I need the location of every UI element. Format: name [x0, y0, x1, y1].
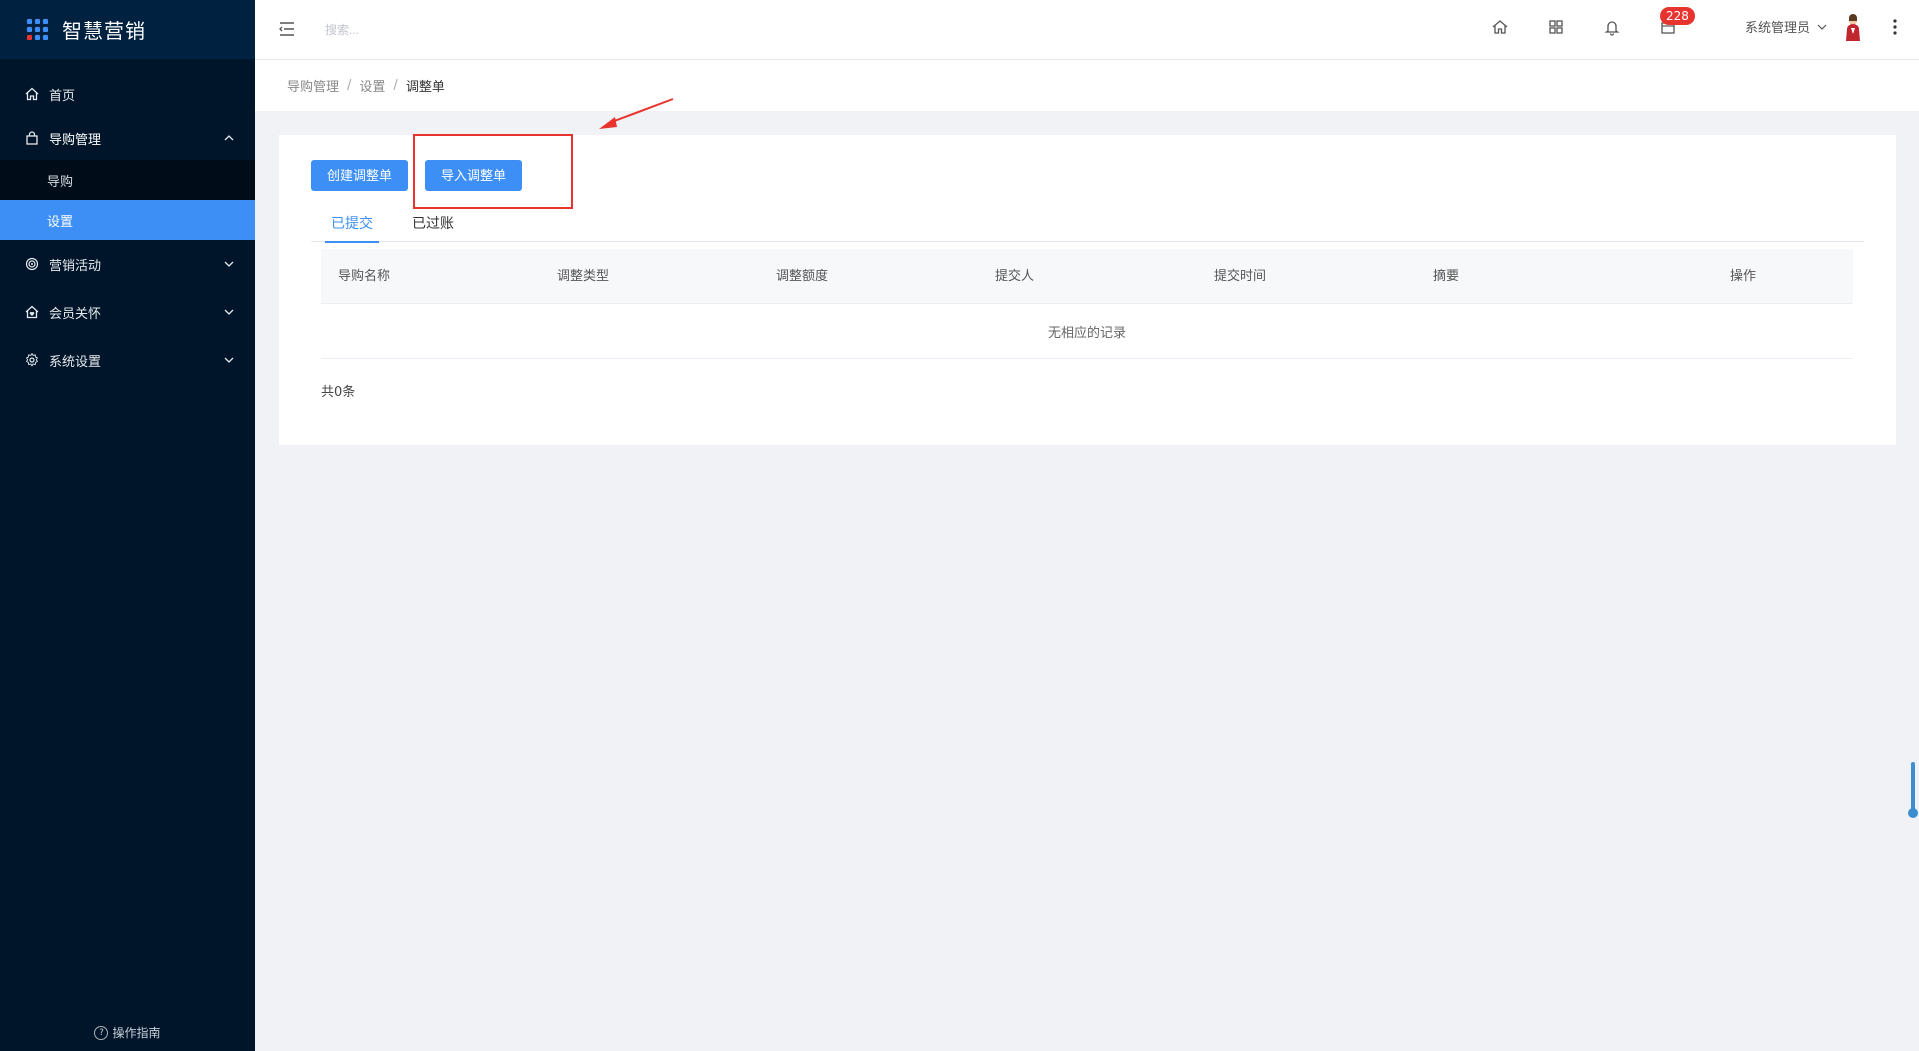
breadcrumb-guide-management[interactable]: 导购管理	[287, 76, 339, 95]
create-adjustment-button[interactable]: 创建调整单	[311, 160, 409, 191]
column-header: 导购名称	[338, 269, 391, 284]
sidebar-item-home[interactable]: 首页	[0, 72, 255, 116]
home-heart-icon	[24, 304, 40, 320]
status-tabs: 已提交 已过账	[311, 212, 1864, 243]
breadcrumb-settings[interactable]: 设置	[359, 76, 385, 95]
operation-guide-link[interactable]: ? 操作指南	[0, 1024, 255, 1041]
home-icon	[24, 86, 40, 102]
operation-guide-label: 操作指南	[112, 1026, 161, 1040]
user-menu[interactable]: 系统管理员	[1745, 17, 1828, 36]
breadcrumb-separator: /	[393, 78, 398, 93]
total-count: 共0条	[321, 385, 356, 400]
table-empty-row: 无相应的记录	[321, 304, 1853, 359]
sidebar-item-label: 首页	[49, 88, 76, 104]
submenu-guide-management: 导购 设置	[0, 160, 255, 240]
gear-icon	[24, 352, 40, 368]
bell-icon[interactable]	[1603, 18, 1621, 36]
message-count-badge: 228	[1660, 7, 1695, 25]
empty-text: 无相应的记录	[1047, 325, 1126, 341]
apps-grid-icon[interactable]	[1547, 18, 1565, 36]
sidebar-item-marketing[interactable]: 营销活动	[0, 240, 255, 288]
column-header: 提交时间	[1214, 269, 1267, 284]
home-icon[interactable]	[1491, 18, 1509, 36]
top-header: 228 系统管理员	[255, 0, 1919, 60]
chevron-up-icon	[224, 135, 234, 141]
sidebar-item-label: 营销活动	[49, 258, 102, 274]
more-vertical-icon[interactable]	[1889, 17, 1901, 37]
bag-icon	[24, 130, 40, 146]
logo[interactable]: 智慧营销	[0, 0, 255, 59]
search-input[interactable]	[325, 17, 545, 43]
breadcrumb: 导购管理 / 设置 / 调整单	[255, 60, 1919, 112]
sidebar-item-guide-management[interactable]: 导购管理	[0, 116, 255, 160]
sidebar-item-guide[interactable]: 导购	[0, 160, 255, 200]
adjustment-table: 导购名称 调整类型 调整额度 提交人 提交时间 摘要 操作 无相应的记录	[321, 249, 1853, 359]
tab-posted[interactable]: 已过账	[412, 212, 454, 242]
scrollbar-knob[interactable]	[1908, 808, 1918, 818]
avatar[interactable]	[1842, 14, 1864, 42]
sidebar: 智慧营销 首页 导购管理 导购 设置 营销活动 会员关怀 系统设置 ? 操作指南	[0, 0, 255, 1051]
tab-submitted[interactable]: 已提交	[325, 212, 379, 243]
question-icon: ?	[94, 1025, 109, 1040]
sidebar-item-settings[interactable]: 设置	[0, 200, 255, 240]
chevron-down-icon	[1817, 24, 1827, 30]
column-header: 摘要	[1433, 269, 1460, 284]
breadcrumb-current: 调整单	[405, 80, 445, 95]
sidebar-item-label: 导购	[47, 174, 74, 190]
column-header: 调整额度	[776, 269, 829, 284]
chevron-down-icon	[224, 357, 234, 363]
user-name: 系统管理员	[1745, 21, 1811, 36]
app-title: 智慧营销	[62, 19, 146, 43]
sidebar-item-label: 设置	[47, 214, 74, 230]
sidebar-item-member-care[interactable]: 会员关怀	[0, 288, 255, 336]
import-adjustment-button[interactable]: 导入调整单	[425, 160, 523, 191]
menu-toggle-icon[interactable]	[277, 19, 297, 39]
breadcrumb-separator: /	[347, 78, 352, 93]
column-header: 调整类型	[557, 269, 610, 284]
sidebar-menu: 首页 导购管理 导购 设置 营销活动 会员关怀 系统设置	[0, 72, 255, 384]
column-header: 提交人	[995, 269, 1035, 284]
target-icon	[24, 256, 40, 272]
sidebar-item-system-settings[interactable]: 系统设置	[0, 336, 255, 384]
sidebar-item-label: 系统设置	[49, 354, 102, 370]
chevron-down-icon	[224, 261, 234, 267]
table-header: 导购名称 调整类型 调整额度 提交人 提交时间 摘要 操作	[321, 249, 1853, 304]
column-header: 操作	[1730, 269, 1757, 284]
app-grid-icon	[27, 19, 48, 40]
chevron-down-icon	[224, 309, 234, 315]
sidebar-item-label: 导购管理	[49, 132, 102, 148]
adjustment-card: 创建调整单 导入调整单 已提交 已过账 导购名称 调整类型 调整额度 提交人 提…	[279, 134, 1896, 445]
sidebar-item-label: 会员关怀	[49, 306, 102, 322]
